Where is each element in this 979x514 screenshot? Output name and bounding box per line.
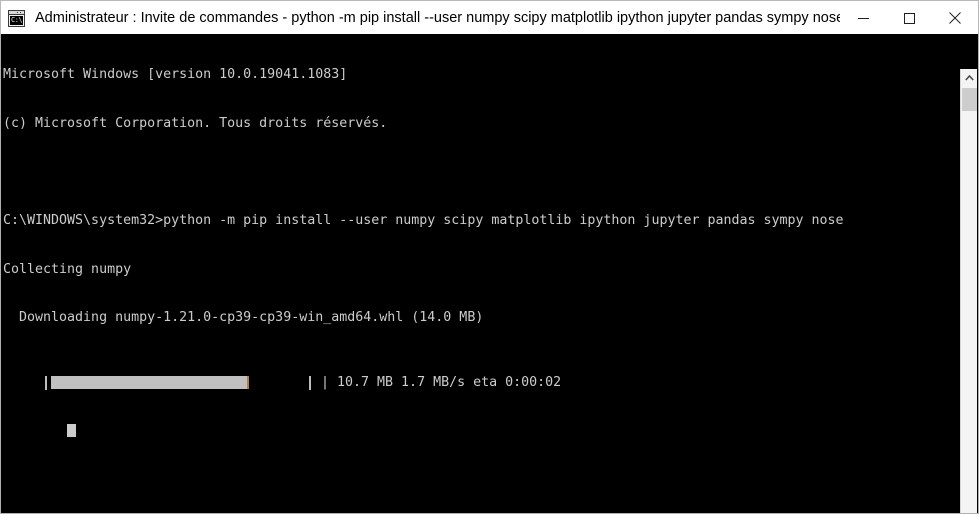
console-output-area[interactable]: Microsoft Windows [version 10.0.19041.10… — [0, 34, 979, 514]
console-text: Microsoft Windows [version 10.0.19041.10… — [3, 35, 959, 513]
maximize-button[interactable] — [886, 2, 932, 35]
cmd-console-icon: C:\ — [8, 9, 25, 27]
scroll-up-button[interactable] — [961, 69, 977, 86]
close-button[interactable] — [932, 2, 978, 35]
console-line: Downloading numpy-1.21.0-cp39-cp39-win_a… — [3, 310, 484, 326]
minimize-button[interactable] — [840, 2, 886, 35]
progress-stats-text: | 10.7 MB 1.7 MB/s eta 0:00:02 — [321, 375, 562, 391]
console-scrollbar[interactable] — [960, 69, 977, 513]
close-icon — [949, 12, 961, 24]
icon-screen: C:\ — [10, 15, 23, 25]
console-line: Collecting numpy — [3, 261, 132, 277]
console-line: Microsoft Windows [version 10.0.19041.10… — [3, 67, 348, 83]
progress-fill — [51, 376, 249, 390]
chevron-up-icon — [964, 74, 974, 81]
progress-left-delimiter — [45, 376, 47, 391]
window-title: Administrateur : Invite de commandes - p… — [35, 10, 840, 26]
maximize-icon — [903, 12, 915, 24]
icon-titlebar-strip — [9, 10, 24, 15]
minimize-icon — [857, 17, 869, 19]
console-line: C:\WINDOWS\system32>python -m pip instal… — [3, 213, 844, 229]
scrollbar-track[interactable] — [961, 86, 977, 513]
window-titlebar[interactable]: C:\ Administrateur : Invite de commandes… — [0, 0, 979, 35]
progress-right-delimiter — [309, 376, 311, 391]
download-progress-bar — [45, 376, 311, 391]
console-line: (c) Microsoft Corporation. Tous droits r… — [3, 116, 388, 131]
download-progress-line: | 10.7 MB 1.7 MB/s eta 0:00:02 — [3, 375, 959, 437]
scrollbar-thumb[interactable] — [962, 88, 977, 111]
command-prompt-window: C:\ Administrateur : Invite de commandes… — [0, 0, 979, 514]
